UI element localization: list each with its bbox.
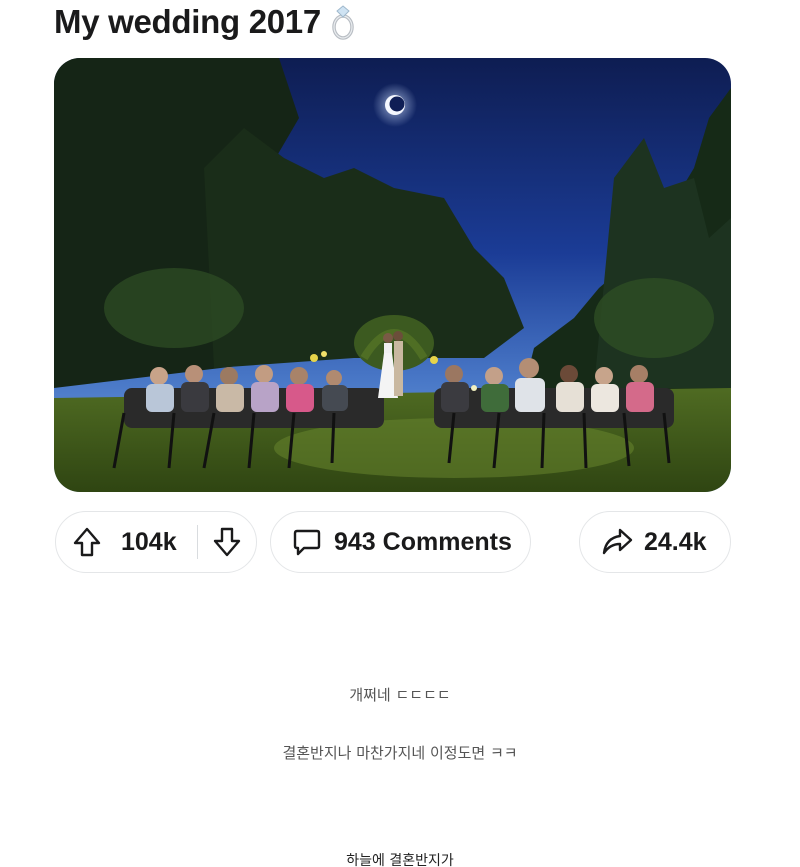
downvote-button[interactable] <box>210 525 244 559</box>
vote-divider <box>196 525 199 559</box>
post-title: My wedding 2017 <box>54 3 321 40</box>
comments-button[interactable]: 943 Comments <box>270 511 531 573</box>
downvote-arrow-icon <box>213 527 241 557</box>
caption-line-2: 결혼반지나 마찬가지네 이정도면 ㅋㅋ <box>282 744 518 762</box>
caption-line-1: 개쩌네 ㄷㄷㄷㄷ <box>349 686 451 704</box>
caption-line-3: 하늘에 결혼반지가 <box>346 853 454 867</box>
share-button[interactable]: 24.4k <box>579 511 731 573</box>
comments-label: 943 Comments <box>334 527 512 556</box>
post-image[interactable] <box>54 58 731 492</box>
page: My wedding 2017 104k 943 Comments 24.4k … <box>0 0 800 867</box>
share-count: 24.4k <box>644 527 707 556</box>
comment-icon <box>291 526 323 558</box>
post-title-row: My wedding 2017 <box>54 0 359 44</box>
share-icon <box>600 525 634 559</box>
ring-icon <box>329 3 359 41</box>
upvote-count: 104k <box>121 527 177 556</box>
upvote-arrow-icon <box>73 527 101 557</box>
upvote-button[interactable] <box>70 525 104 559</box>
vote-bar: 104k <box>55 511 257 573</box>
